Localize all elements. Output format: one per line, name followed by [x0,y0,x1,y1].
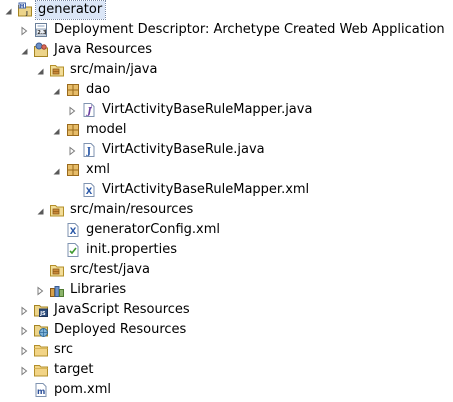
deployment-descriptor-icon: 2.3 [33,22,49,38]
tree-item-xml[interactable]: xml [0,160,453,180]
tree-item-src-main-resources[interactable]: src/main/resources [0,200,453,220]
svg-text:JS: JS [39,311,46,317]
tree-item-model[interactable]: model [0,120,453,140]
tree-item-src-main-java[interactable]: src/main/java [0,60,453,80]
collapsed-arrow-icon[interactable] [35,285,45,296]
collapsed-arrow-icon[interactable] [19,345,29,356]
expanded-arrow-icon[interactable] [3,5,13,15]
tree-item-generator[interactable]: M Jgenerator [0,0,453,20]
folder-icon [33,342,49,358]
tree-item-label: generator [34,0,107,20]
tree-item-label: src/main/resources [70,202,194,217]
expanded-arrow-icon[interactable] [51,125,61,135]
tree-item-src-test-java[interactable]: src/test/java [0,260,453,280]
tree-item-label: pom.xml [54,382,111,397]
tree-item-init-properties[interactable]: init.properties [0,240,453,260]
folder-icon [33,362,49,378]
expanded-arrow-icon[interactable] [35,65,45,75]
tree-item-label: target [54,362,94,377]
collapsed-arrow-icon[interactable] [19,305,29,316]
java-resources-icon [33,42,49,58]
svg-text:X: X [86,187,93,197]
maven-pom-file-icon: m [33,382,49,398]
expanded-arrow-icon[interactable] [35,205,45,215]
java-interface-file-icon: JI [81,102,97,118]
tree-item-label: src [54,342,73,357]
tree-item-label: src/main/java [70,62,158,77]
tree-item-label: VirtActivityBaseRule.java [102,142,265,157]
xml-file-icon: X [81,182,97,198]
xml-file-icon: X [65,222,81,238]
tree-item-label: dao [86,82,111,97]
tree-item-label: VirtActivityBaseRuleMapper.java [102,102,313,117]
tree-item-target[interactable]: target [0,360,453,380]
tree-item-libraries[interactable]: Libraries [0,280,453,300]
package-icon [65,122,81,138]
libraries-icon [49,282,65,298]
svg-text:I: I [91,105,92,111]
tree-item-label: Libraries [70,282,127,297]
tree-item-virtactivitybaserule-java[interactable]: J VirtActivityBaseRule.java [0,140,453,160]
project-explorer-tree: M Jgenerator 2.3 Deployment Descriptor: Arc… [0,0,453,401]
tree-item-dao[interactable]: dao [0,80,453,100]
collapsed-arrow-icon[interactable] [19,365,29,376]
tree-item-deployed-resources[interactable]: Deployed Resources [0,320,453,340]
package-icon [65,162,81,178]
tree-item-label: JavaScript Resources [54,302,190,317]
tree-item-label: xml [86,162,110,177]
svg-text:2.3: 2.3 [37,30,47,36]
expanded-arrow-icon[interactable] [51,165,61,175]
tree-item-javascript-resources[interactable]: JS JavaScript Resources [0,300,453,320]
collapsed-arrow-icon[interactable] [19,25,29,36]
package-icon [65,82,81,98]
deployed-resources-icon [33,322,49,338]
tree-item-src[interactable]: src [0,340,453,360]
collapsed-arrow-icon[interactable] [67,145,77,156]
svg-text:M: M [20,3,25,9]
properties-file-icon [65,242,81,258]
tree-item-generatorconfig-xml[interactable]: XgeneratorConfig.xml [0,220,453,240]
collapsed-arrow-icon[interactable] [19,325,29,336]
collapsed-arrow-icon[interactable] [67,105,77,116]
tree-item-label: Deployment Descriptor: Archetype Created… [54,22,445,37]
tree-item-label: Deployed Resources [54,322,187,337]
tree-item-pom-xml[interactable]: m pom.xml [0,380,453,400]
expanded-arrow-icon[interactable] [19,45,29,55]
svg-text:J: J [25,11,28,17]
tree-item-label: src/test/java [70,262,150,277]
tree-item-virtactivitybaserulemapper-xml[interactable]: X VirtActivityBaseRuleMapper.xml [0,180,453,200]
svg-text:J: J [86,147,91,157]
javascript-resources-icon: JS [33,302,49,318]
tree-item-label: model [86,122,127,137]
tree-item-deployment-descriptor-archetype-created-web-application[interactable]: 2.3 Deployment Descriptor: Archetype Crea… [0,20,453,40]
maven-project-icon: MJ [17,2,33,18]
tree-item-label: init.properties [86,242,178,257]
svg-text:X: X [70,227,77,237]
tree-item-label: Java Resources [54,42,152,57]
svg-text:m: m [37,387,45,396]
tree-item-java-resources[interactable]: Java Resources [0,40,453,60]
tree-item-virtactivitybaserulemapper-java[interactable]: J I VirtActivityBaseRuleMapper.java [0,100,453,120]
expanded-arrow-icon[interactable] [51,85,61,95]
tree-item-label: VirtActivityBaseRuleMapper.xml [102,182,310,197]
tree-item-label: generatorConfig.xml [86,222,221,237]
java-file-icon: J [81,142,97,158]
source-folder-icon [49,62,65,78]
source-folder-icon [49,262,65,278]
source-folder-icon [49,202,65,218]
